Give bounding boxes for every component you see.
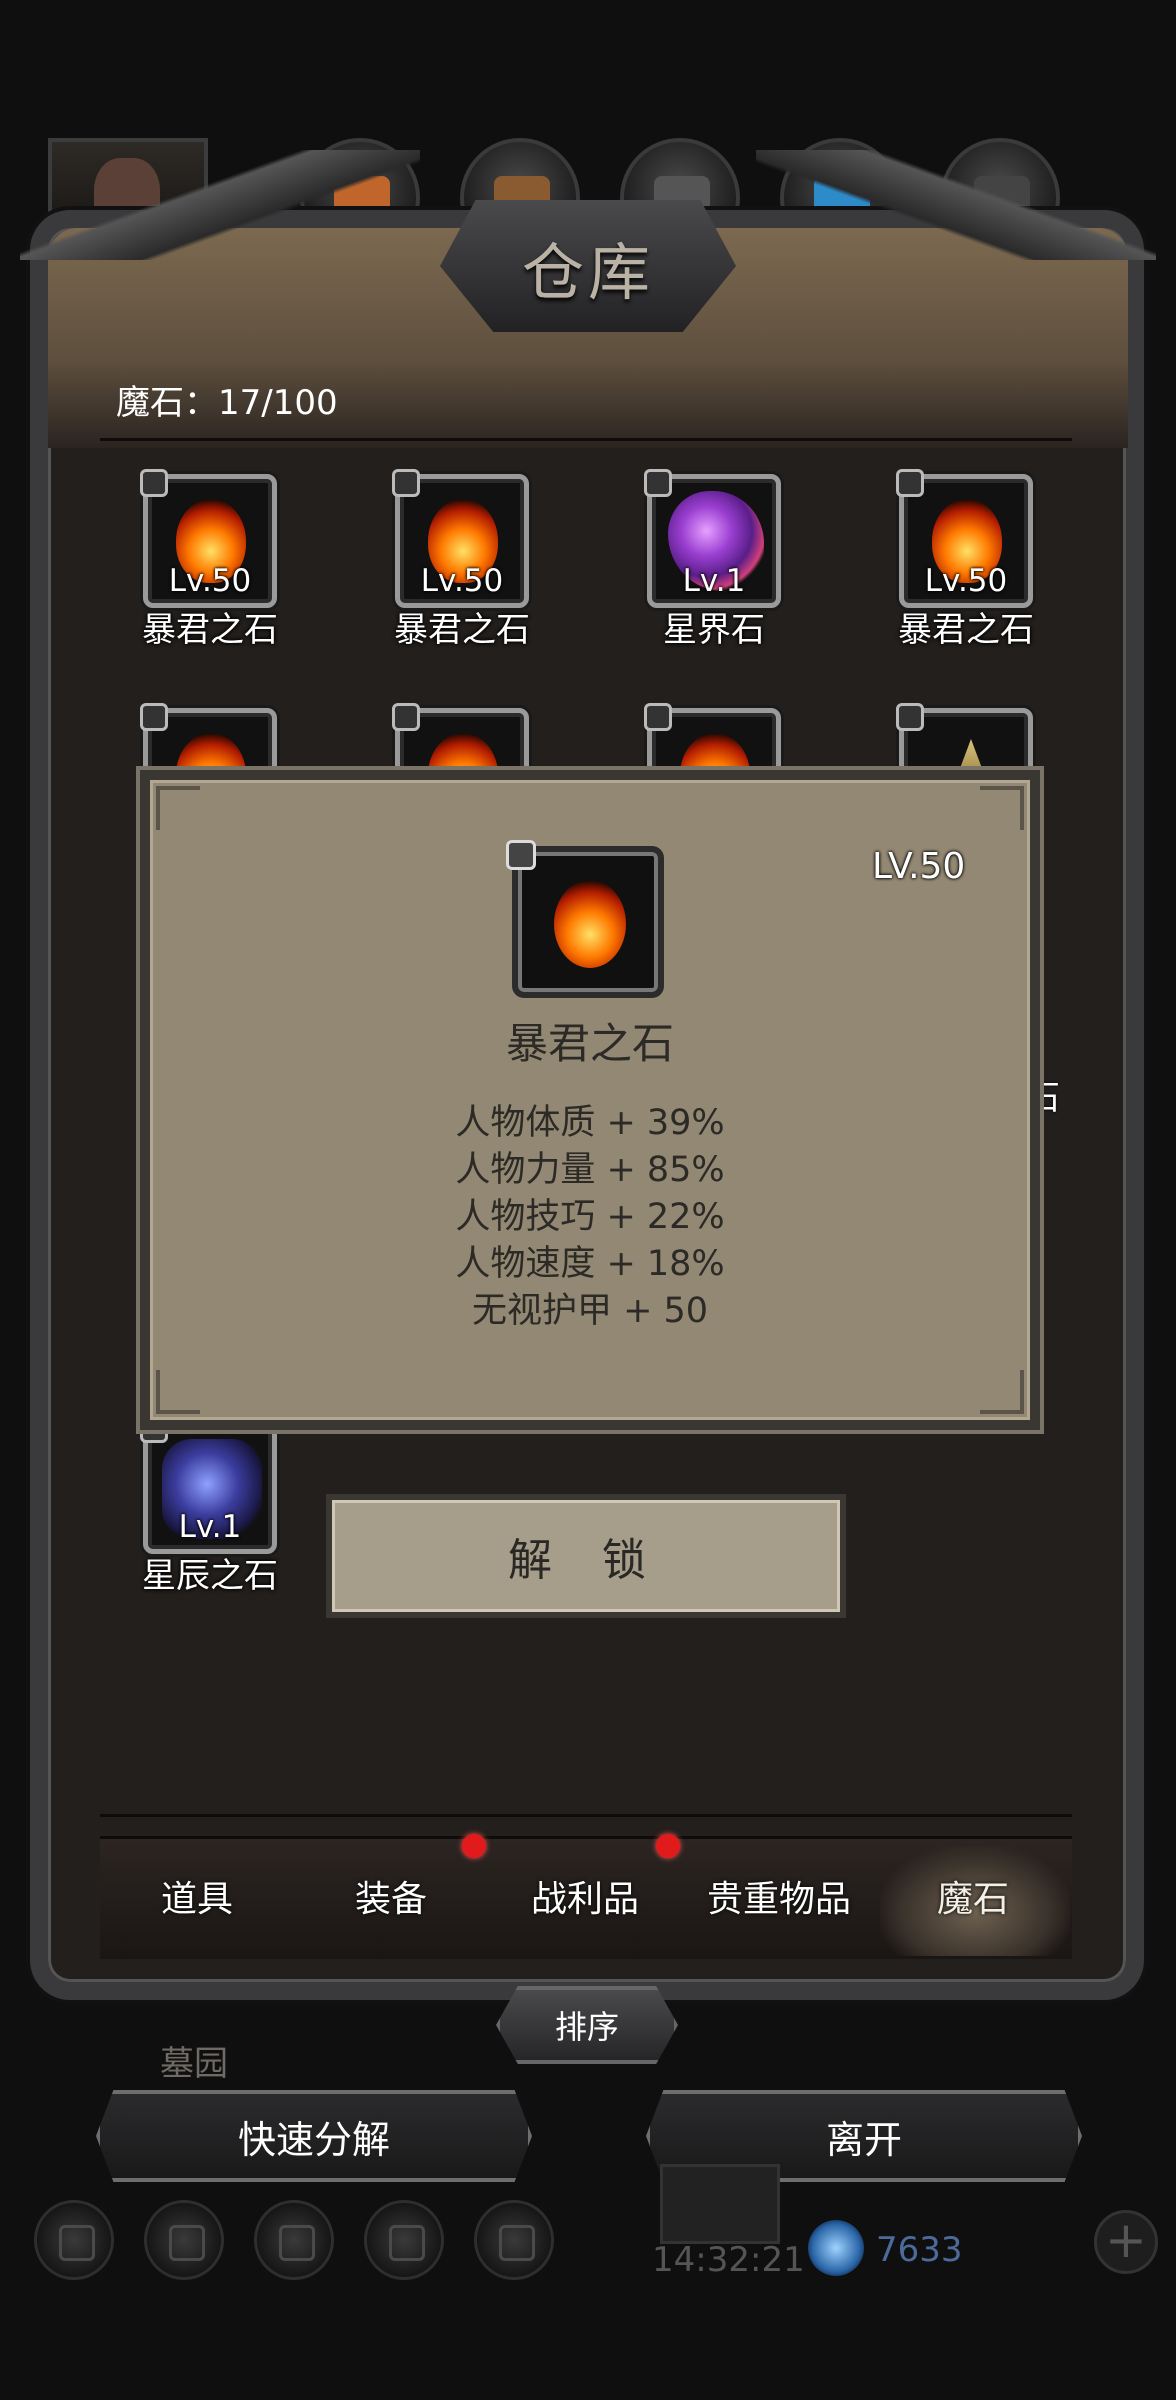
- header-divider: [100, 438, 1072, 441]
- item-level: Lv.1: [682, 563, 746, 599]
- gear-icon: [59, 2225, 95, 2261]
- tab-items[interactable]: 道具: [102, 1870, 292, 1922]
- item-level: Lv.50: [924, 563, 1008, 599]
- tab-valuables[interactable]: 贵重物品: [684, 1870, 874, 1922]
- notification-badge: [656, 1834, 680, 1858]
- lock-icon: [896, 469, 924, 497]
- sort-button[interactable]: 排序: [496, 1986, 678, 2064]
- item-name: 星辰之石: [142, 1556, 278, 1596]
- stat-line: 人物力量 + 85%: [455, 1150, 725, 1190]
- item-level: Lv.1: [178, 1509, 242, 1545]
- item-name: 暴君之石: [394, 610, 530, 650]
- item-level: Lv.50: [420, 563, 504, 599]
- item-slot[interactable]: Lv.50 暴君之石: [140, 469, 280, 651]
- lock-icon: [140, 703, 168, 731]
- lock-icon: [140, 469, 168, 497]
- tab-equipment[interactable]: 装备: [296, 1870, 486, 1922]
- stone-count: 魔石：17/100: [116, 383, 338, 423]
- stat-line: 人物速度 + 18%: [455, 1244, 725, 1284]
- lock-icon: [392, 469, 420, 497]
- lock-icon: [392, 703, 420, 731]
- shield-icon: [279, 2225, 315, 2261]
- popup-item-slot: [506, 840, 664, 998]
- page-title: 仓库: [521, 236, 654, 309]
- item-level: Lv.50: [168, 563, 252, 599]
- tabs-divider: [100, 1814, 1072, 1817]
- add-currency-button[interactable]: +: [1094, 2210, 1158, 2274]
- lock-icon: [896, 703, 924, 731]
- currency-amount: 7633: [876, 2230, 963, 2270]
- achievement-button[interactable]: [144, 2200, 224, 2280]
- mail-button[interactable]: [364, 2200, 444, 2280]
- unlock-button[interactable]: 解 锁: [326, 1494, 846, 1618]
- ornament-left: [20, 150, 420, 260]
- fire-gem-icon: [554, 880, 626, 968]
- clock-time: 14:32:21: [652, 2240, 805, 2280]
- item-name: 暴君之石: [898, 610, 1034, 650]
- item-name: 星界石: [663, 610, 765, 650]
- lock-icon: [644, 469, 672, 497]
- lock-icon: [644, 703, 672, 731]
- chest-icon: [660, 2164, 780, 2244]
- star-icon: [169, 2225, 205, 2261]
- mail-icon: [389, 2225, 425, 2261]
- tab-magic-stones[interactable]: 魔石: [878, 1870, 1068, 1922]
- popup-level: LV.50: [872, 846, 966, 887]
- lock-icon: [506, 840, 536, 870]
- quick-decompose-button[interactable]: 快速分解: [96, 2090, 532, 2182]
- stat-line: 无视护甲 + 50: [471, 1291, 709, 1331]
- stat-line: 人物技巧 + 22%: [455, 1197, 725, 1237]
- ornament-right: [756, 150, 1156, 260]
- item-slot[interactable]: Lv.50 暴君之石: [896, 469, 1036, 651]
- stat-line: 人物体质 + 39%: [455, 1103, 725, 1143]
- crystal-icon: [808, 2220, 864, 2276]
- item-slot[interactable]: Lv.1 星辰之石: [140, 1415, 280, 1597]
- notification-badge: [462, 1834, 486, 1858]
- settings-button[interactable]: [34, 2200, 114, 2280]
- gift-button[interactable]: [474, 2200, 554, 2280]
- area-label: 墓园: [160, 2044, 228, 2084]
- item-slot[interactable]: Lv.50 暴君之石: [392, 469, 532, 651]
- tab-loot[interactable]: 战利品: [490, 1870, 680, 1922]
- item-slot[interactable]: Lv.1 星界石: [644, 469, 784, 651]
- item-name: 暴君之石: [142, 610, 278, 650]
- gift-icon: [499, 2225, 535, 2261]
- guild-button[interactable]: [254, 2200, 334, 2280]
- popup-item-name: 暴君之石: [505, 1019, 674, 1068]
